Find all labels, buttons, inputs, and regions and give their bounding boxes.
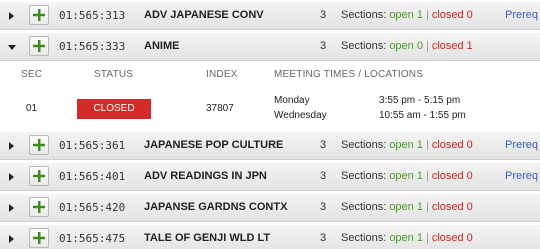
closed-count: closed 0 — [431, 170, 473, 182]
course-list: 01:565:313 ADV JAPANESE CONV 3 Sections:… — [0, 0, 540, 249]
sections-summary: Sections: open 1 | closed 0 — [341, 232, 473, 244]
status-badge: CLOSED — [77, 99, 151, 119]
sections-label: Sections: — [341, 139, 387, 151]
course-row[interactable]: 01:565:475 TALE OF GENJI WLD LT 3 Sectio… — [0, 225, 540, 249]
course-title[interactable]: ADV READINGS IN JPN — [144, 170, 267, 182]
section-number: 01 — [26, 103, 38, 114]
plus-icon — [33, 40, 45, 52]
open-count: open 1 — [389, 139, 423, 151]
course-units: 3 — [320, 232, 327, 244]
add-course-button[interactable] — [29, 36, 49, 56]
add-course-button[interactable] — [29, 166, 49, 186]
course-code: 01:565:333 — [59, 40, 126, 53]
expand-triangle-icon[interactable] — [9, 12, 14, 20]
sections-label: Sections: — [341, 201, 387, 213]
course-code: 01:565:401 — [59, 170, 126, 183]
sections-summary: Sections: open 1 | closed 0 — [341, 9, 473, 21]
expand-triangle-icon[interactable] — [9, 235, 14, 243]
course-title[interactable]: TALE OF GENJI WLD LT — [144, 232, 270, 244]
header-status: STATUS — [94, 69, 134, 80]
course-units: 3 — [320, 139, 327, 151]
course-code: 01:565:475 — [59, 232, 126, 245]
meeting-time: 10:55 am - 1:55 pm — [379, 110, 466, 121]
course-title[interactable]: JAPANESE POP CULTURE — [144, 139, 283, 151]
course-title[interactable]: ADV JAPANESE CONV — [144, 9, 264, 21]
add-course-button[interactable] — [29, 135, 49, 155]
add-course-button[interactable] — [29, 228, 49, 248]
sections-summary: Sections: open 1 | closed 0 — [341, 201, 473, 213]
section-index: 37807 — [206, 103, 234, 114]
sections-label: Sections: — [341, 170, 387, 182]
course-units: 3 — [320, 201, 327, 213]
prereq-link[interactable]: Prereq — [505, 170, 538, 182]
plus-icon — [33, 232, 45, 244]
sections-summary: Sections: open 1 | closed 0 — [341, 170, 473, 182]
course-row[interactable]: 01:565:420 JAPANSE GARDNS CONTX 3 Sectio… — [0, 194, 540, 222]
sections-label: Sections: — [341, 9, 387, 21]
course-row[interactable]: 01:565:333 ANIME 3 Sections: open 0 | clos… — [0, 33, 540, 61]
header-meeting: MEETING TIMES / LOCATIONS — [274, 69, 424, 80]
open-count: open 1 — [389, 232, 423, 244]
prereq-link[interactable]: Prereq — [505, 139, 538, 151]
meeting-day: Wednesday — [274, 110, 327, 121]
closed-count: closed 0 — [431, 139, 473, 151]
course-code: 01:565:313 — [59, 9, 126, 22]
plus-icon — [33, 139, 45, 151]
course-code: 01:565:361 — [59, 139, 126, 152]
closed-count: closed 0 — [431, 201, 473, 213]
course-units: 3 — [320, 170, 327, 182]
closed-count: closed 0 — [431, 9, 473, 21]
open-count: open 0 — [389, 40, 423, 52]
course-row[interactable]: 01:565:313 ADV JAPANESE CONV 3 Sections:… — [0, 2, 540, 30]
collapse-triangle-icon[interactable] — [8, 45, 16, 50]
course-title[interactable]: ANIME — [144, 40, 179, 52]
plus-icon — [33, 9, 45, 21]
meeting-day: Monday — [274, 95, 310, 106]
add-course-button[interactable] — [29, 197, 49, 217]
plus-icon — [33, 201, 45, 213]
meeting-time: 3:55 pm - 5:15 pm — [379, 95, 461, 106]
course-code: 01:565:420 — [59, 201, 126, 214]
course-row[interactable]: 01:565:401 ADV READINGS IN JPN 3 Section… — [0, 163, 540, 191]
plus-icon — [33, 170, 45, 182]
course-units: 3 — [320, 40, 327, 52]
course-units: 3 — [320, 9, 327, 21]
expand-triangle-icon[interactable] — [9, 204, 14, 212]
header-index: INDEX — [206, 69, 238, 80]
expand-triangle-icon[interactable] — [9, 142, 14, 150]
section-table-header: SEC STATUS INDEX MEETING TIMES / LOCATIO… — [0, 64, 540, 86]
prereq-link[interactable]: Prereq — [505, 9, 538, 21]
add-course-button[interactable] — [29, 5, 49, 25]
course-row[interactable]: 01:565:361 JAPANESE POP CULTURE 3 Sectio… — [0, 132, 540, 160]
header-sec: SEC — [21, 69, 43, 80]
closed-count: closed 0 — [431, 232, 473, 244]
sections-label: Sections: — [341, 232, 387, 244]
open-count: open 1 — [389, 170, 423, 182]
sections-label: Sections: — [341, 40, 387, 52]
section-row: 01 CLOSED 37807 Monday 3:55 pm - 5:15 pm… — [0, 86, 540, 132]
sections-summary: Sections: open 0 | closed 1 — [341, 40, 473, 52]
closed-count: closed 1 — [431, 40, 473, 52]
open-count: open 1 — [389, 201, 423, 213]
expand-triangle-icon[interactable] — [9, 173, 14, 181]
sections-summary: Sections: open 1 | closed 0 — [341, 139, 473, 151]
open-count: open 1 — [389, 9, 423, 21]
course-title[interactable]: JAPANSE GARDNS CONTX — [144, 201, 287, 213]
